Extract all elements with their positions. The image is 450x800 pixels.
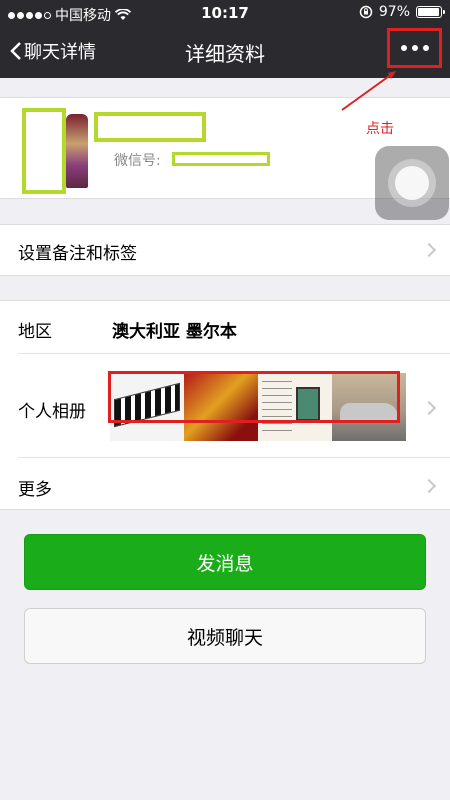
send-message-button[interactable]: 发消息 [24, 534, 426, 590]
info-group: 地区 澳大利亚 墨尔本 个人相册 更多 [0, 300, 450, 510]
chevron-right-icon [421, 242, 437, 258]
set-remark-label: 设置备注和标签 [18, 244, 137, 264]
annotation-label: 点击 [366, 121, 394, 137]
nav-bar: 聊天详情 详细资料 [0, 26, 450, 78]
rotation-lock-icon [359, 5, 373, 19]
assistive-touch-core [395, 166, 429, 200]
redaction-mask [22, 108, 66, 194]
album-label: 个人相册 [18, 402, 86, 422]
album-highlight-box [108, 371, 400, 423]
name-redaction-mask [94, 112, 206, 142]
chevron-right-icon [421, 400, 437, 416]
status-right: 97% [359, 4, 445, 20]
battery-percent: 97% [378, 4, 410, 20]
battery-fill [418, 8, 440, 16]
assistive-touch-button[interactable] [375, 146, 449, 220]
more-dot [411, 45, 418, 51]
wechat-id-label: 微信号: [114, 153, 161, 169]
wechat-id-redaction-mask [172, 152, 270, 166]
divider [18, 353, 450, 354]
more-label: 更多 [18, 480, 52, 500]
page-title: 详细资料 [185, 42, 265, 66]
assistive-touch-icon [388, 159, 436, 207]
video-call-button[interactable]: 视频聊天 [24, 608, 426, 664]
region-value: 澳大利亚 墨尔本 [112, 322, 237, 342]
avatar-image [66, 114, 88, 188]
battery-icon [416, 6, 445, 18]
more-dots-icon [400, 45, 407, 51]
avatar[interactable] [18, 104, 96, 194]
set-remark-row[interactable]: 设置备注和标签 [0, 224, 450, 276]
chevron-right-icon [421, 478, 437, 494]
status-bar: 中国移动 10:17 97% [0, 0, 450, 26]
more-dot [422, 45, 429, 51]
divider [18, 457, 450, 458]
more-button[interactable] [387, 28, 442, 68]
region-label: 地区 [18, 322, 52, 342]
